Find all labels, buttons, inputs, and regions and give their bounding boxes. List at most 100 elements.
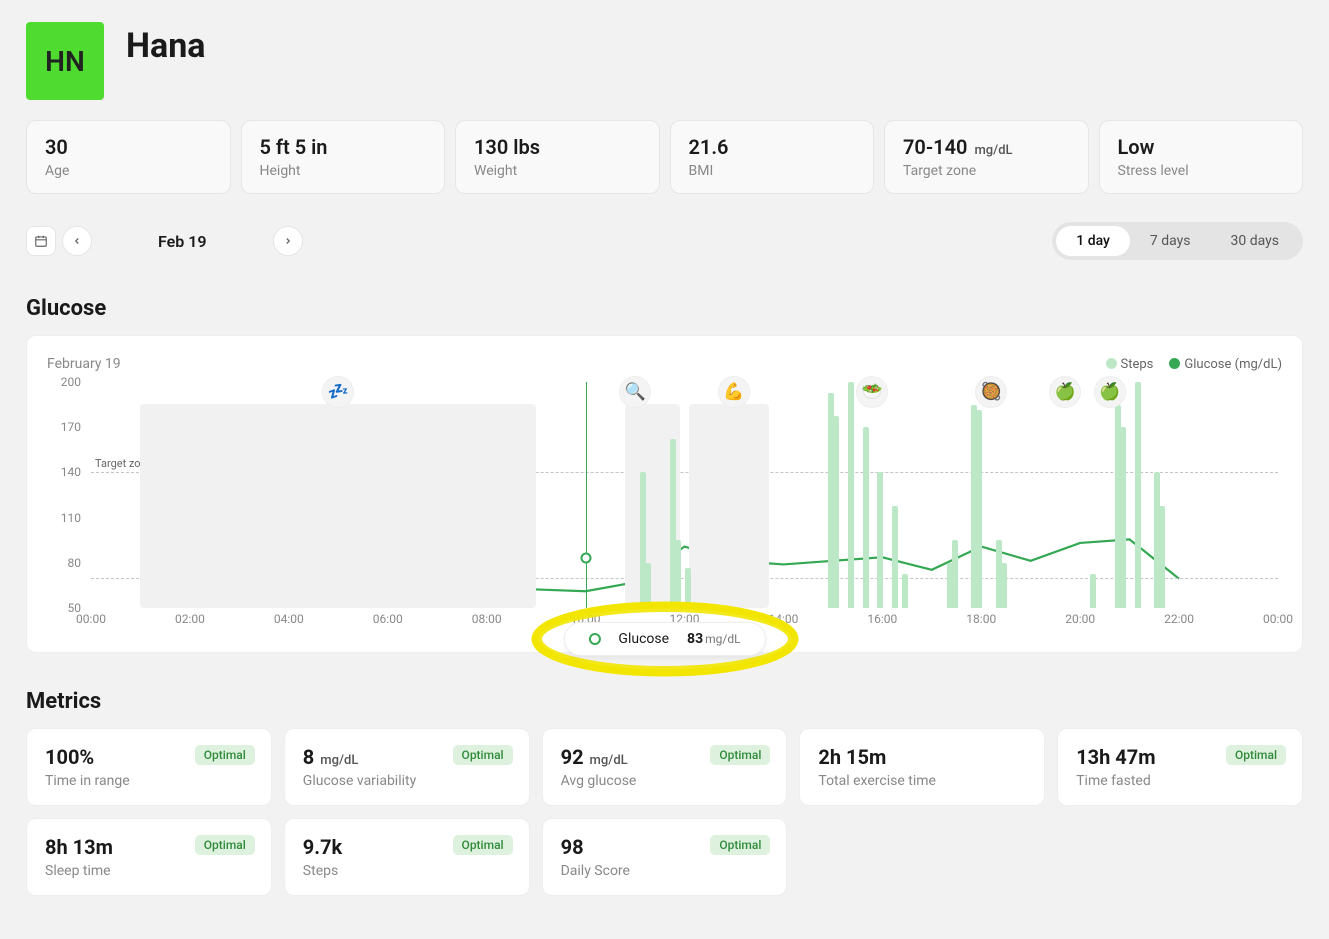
chart-date-label: February 19	[47, 356, 121, 372]
steps-bar	[1135, 382, 1141, 608]
metric-card[interactable]: Optimal 8h 13m Sleep time	[26, 818, 272, 896]
stat-card: 21.6 BMI	[670, 120, 875, 194]
metric-card[interactable]: Optimal 8mg/dL Glucose variability	[284, 728, 530, 806]
sleep-event-icon[interactable]: 💤	[322, 376, 354, 408]
next-day-button[interactable]	[273, 226, 303, 256]
range-option[interactable]: 1 day	[1056, 226, 1130, 256]
tooltip-value: 83	[687, 631, 703, 647]
avatar: HN	[26, 22, 104, 100]
profile-stats-row: 30 Age5 ft 5 in Height130 lbs Weight21.6…	[26, 120, 1303, 194]
metric-card[interactable]: Optimal 13h 47m Time fasted	[1057, 728, 1303, 806]
steps-bar	[833, 416, 839, 608]
metric-value: 2h 15m	[818, 745, 1026, 769]
tooltip-unit: mg/dL	[705, 632, 740, 646]
status-badge: Optimal	[195, 835, 255, 855]
metric-card[interactable]: 2h 15m Total exercise time	[799, 728, 1045, 806]
date-label: Feb 19	[98, 232, 267, 251]
steps-bar	[645, 563, 651, 608]
glucose-section-title: Glucose	[26, 296, 1303, 321]
steps-bar	[1120, 427, 1126, 608]
metric-label: Time fasted	[1076, 773, 1284, 789]
chart-tooltip: Glucose 83mg/dL	[563, 622, 765, 656]
chart-cursor-line	[586, 382, 587, 608]
activity-band	[140, 404, 536, 608]
steps-bar	[952, 540, 958, 608]
glucose-chart-card: February 19 Steps Glucose (mg/dL) 508011…	[26, 335, 1303, 653]
chart-area[interactable]: 5080110140170200 Target zone (70 - 140 m…	[47, 382, 1282, 632]
status-badge: Optimal	[710, 835, 770, 855]
stat-label: Target zone	[903, 163, 1070, 179]
metric-label: Total exercise time	[818, 773, 1026, 789]
metric-card[interactable]: Optimal 98 Daily Score	[542, 818, 788, 896]
metric-card[interactable]: Optimal 92mg/dL Avg glucose	[542, 728, 788, 806]
stat-card: 130 lbs Weight	[455, 120, 660, 194]
status-badge: Optimal	[195, 745, 255, 765]
date-nav: Feb 19	[26, 226, 303, 256]
chart-legend: Steps Glucose (mg/dL)	[1106, 357, 1282, 372]
stat-label: Age	[45, 163, 212, 179]
status-badge: Optimal	[1226, 745, 1286, 765]
activity-band	[689, 404, 768, 608]
metric-label: Glucose variability	[303, 773, 511, 789]
meal-event-icon[interactable]: 🥗	[856, 376, 888, 408]
prev-day-button[interactable]	[62, 226, 92, 256]
glucose-swatch-icon	[1169, 358, 1180, 369]
stat-card: 70-140 mg/dL Target zone	[884, 120, 1089, 194]
steps-bar	[848, 382, 854, 608]
tooltip-series-swatch-icon	[588, 633, 600, 645]
status-badge: Optimal	[453, 835, 513, 855]
calendar-icon[interactable]	[26, 226, 56, 256]
metrics-section-title: Metrics	[26, 689, 1303, 714]
plot-area[interactable]: Target zone (70 - 140 mg/dL)💤🔍💪🥗🥘🍏🍏	[91, 382, 1278, 608]
profile-name: Hana	[126, 26, 205, 66]
snack-event-icon[interactable]: 🍏	[1049, 376, 1081, 408]
metric-card[interactable]: Optimal 100% Time in range	[26, 728, 272, 806]
steps-swatch-icon	[1106, 358, 1117, 369]
stat-value: 5 ft 5 in	[260, 135, 427, 159]
y-axis: 5080110140170200	[47, 382, 87, 608]
chart-toolbar: Feb 19 1 day7 days30 days	[26, 222, 1303, 260]
stat-value: 70-140 mg/dL	[903, 135, 1070, 159]
range-toggle: 1 day7 days30 days	[1052, 222, 1303, 260]
metric-label: Sleep time	[45, 863, 253, 879]
steps-bar	[685, 568, 691, 608]
stat-label: BMI	[689, 163, 856, 179]
status-badge: Optimal	[710, 745, 770, 765]
steps-bar	[892, 506, 898, 608]
metric-label: Time in range	[45, 773, 253, 789]
steps-bar	[976, 410, 982, 608]
stat-card: Low Stress level	[1099, 120, 1304, 194]
stat-card: 30 Age	[26, 120, 231, 194]
cooking-event-icon[interactable]: 🥘	[975, 376, 1007, 408]
metric-label: Daily Score	[561, 863, 769, 879]
steps-bar	[1001, 563, 1007, 608]
range-option[interactable]: 7 days	[1130, 226, 1211, 256]
steps-bar	[877, 472, 883, 608]
range-option[interactable]: 30 days	[1211, 226, 1299, 256]
search-event-icon[interactable]: 🔍	[619, 376, 651, 408]
stat-value: Low	[1118, 135, 1285, 159]
stat-label: Weight	[474, 163, 641, 179]
status-badge: Optimal	[453, 745, 513, 765]
stat-value: 30	[45, 135, 212, 159]
profile-header: HN Hana	[26, 22, 1303, 100]
stat-label: Stress level	[1118, 163, 1285, 179]
steps-bar	[902, 574, 908, 608]
metric-label: Steps	[303, 863, 511, 879]
stat-card: 5 ft 5 in Height	[241, 120, 446, 194]
steps-bar	[675, 540, 681, 608]
snack-event-icon[interactable]: 🍏	[1094, 376, 1126, 408]
chart-cursor-handle[interactable]	[580, 553, 591, 564]
workout-event-icon[interactable]: 💪	[718, 376, 750, 408]
legend-steps-label: Steps	[1121, 357, 1154, 372]
tooltip-series-label: Glucose	[618, 631, 669, 647]
metric-card[interactable]: Optimal 9.7k Steps	[284, 818, 530, 896]
stat-value: 130 lbs	[474, 135, 641, 159]
metrics-grid: Optimal 100% Time in rangeOptimal 8mg/dL…	[26, 728, 1303, 896]
steps-bar	[1090, 574, 1096, 608]
metric-label: Avg glucose	[561, 773, 769, 789]
stat-value: 21.6	[689, 135, 856, 159]
steps-bar	[863, 427, 869, 608]
stat-label: Height	[260, 163, 427, 179]
steps-bar	[1159, 506, 1165, 608]
